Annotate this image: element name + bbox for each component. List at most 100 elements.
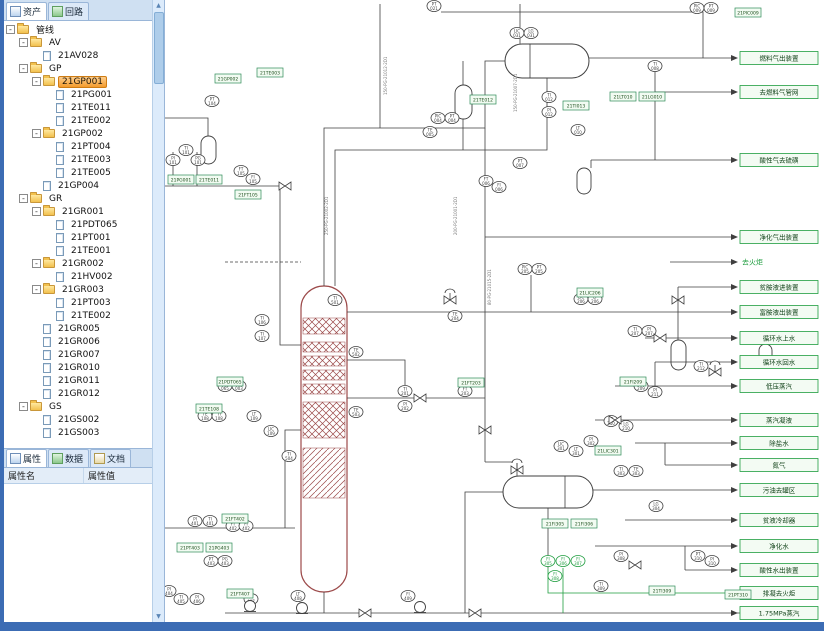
tree-item-label[interactable]: 21GS003 (54, 427, 103, 439)
tree-item-label[interactable]: GR (45, 193, 66, 205)
tree-item-21PDT065[interactable]: 21PDT065 (4, 218, 164, 231)
tree-expander-icon[interactable]: - (6, 25, 15, 34)
tree-item-21GR012[interactable]: 21GR012 (4, 387, 164, 400)
tree-item-label[interactable]: 21PT004 (67, 141, 115, 153)
tree-item-21GR007[interactable]: 21GR007 (4, 348, 164, 361)
tree-scrollbar[interactable]: ▲ ▼ (152, 0, 164, 622)
tab-documents[interactable]: 文档 (90, 449, 131, 467)
tree-item-21PG001[interactable]: 21PG001 (4, 88, 164, 101)
tab-loops[interactable]: 回路 (48, 2, 89, 20)
tree-item-label[interactable]: 21HV002 (67, 271, 117, 283)
tree-item-GP[interactable]: - GP (4, 62, 164, 75)
tree-item-label[interactable]: GS (45, 401, 66, 413)
tree-item-21TE005[interactable]: 21TE005 (4, 166, 164, 179)
tree-item-21GP004[interactable]: 21GP004 (4, 179, 164, 192)
tree-item-21PT004[interactable]: 21PT004 (4, 140, 164, 153)
tree-item-21AV028[interactable]: 21AV028 (4, 49, 164, 62)
tree-expander-icon[interactable]: - (32, 207, 41, 216)
scroll-down-icon[interactable]: ▼ (153, 611, 164, 622)
pump-icon[interactable] (297, 603, 308, 614)
tree-item-label[interactable]: 21GR005 (54, 323, 104, 335)
tree-item-label[interactable]: 管线 (32, 22, 58, 37)
valve-icon[interactable] (279, 182, 291, 190)
valve-icon[interactable] (414, 394, 426, 402)
tab-data[interactable]: 数据 (48, 449, 89, 467)
tree-item-label[interactable]: 21GS002 (54, 414, 103, 426)
tree-item-21TE002[interactable]: 21TE002 (4, 114, 164, 127)
pump-icon[interactable] (415, 602, 426, 613)
vertical-vessel[interactable] (577, 168, 591, 194)
tree-item-21GR011[interactable]: 21GR011 (4, 374, 164, 387)
tree-item-label[interactable]: 21GR010 (54, 362, 104, 374)
tree-item-label[interactable]: 21GR011 (54, 375, 104, 387)
tree-item-label[interactable]: 21GR006 (54, 336, 104, 348)
tree-item-label[interactable]: GP (45, 63, 65, 75)
vertical-vessel[interactable] (455, 85, 472, 119)
tree-expander-icon[interactable]: - (32, 285, 41, 294)
tree-item-21PT001[interactable]: 21PT001 (4, 231, 164, 244)
tree-item-label[interactable]: 21GR003 (58, 284, 108, 296)
tree-item-21GS002[interactable]: 21GS002 (4, 413, 164, 426)
vertical-vessel[interactable] (671, 340, 686, 370)
tree-expander-icon[interactable]: - (19, 402, 28, 411)
tree-item-label[interactable]: 21PT001 (67, 232, 115, 244)
tree-item-label[interactable]: 21AV028 (54, 50, 102, 62)
tree-item-label[interactable]: 21TE005 (67, 167, 115, 179)
horizontal-drum[interactable] (505, 44, 589, 78)
tree-item-21TE002[interactable]: 21TE002 (4, 309, 164, 322)
tree-item-21GR003[interactable]: - 21GR003 (4, 283, 164, 296)
tree-item-label[interactable]: 21TE003 (67, 154, 115, 166)
tree-item-21TE011[interactable]: 21TE011 (4, 101, 164, 114)
tree-item-label[interactable]: 21TE002 (67, 115, 115, 127)
scrollbar-thumb[interactable] (154, 12, 164, 84)
tab-assets[interactable]: 资产 (6, 2, 47, 20)
tree-item-label[interactable]: 21GP002 (58, 128, 107, 140)
tree-item-label[interactable]: 21PT003 (67, 297, 115, 309)
tree-item-21GR010[interactable]: 21GR010 (4, 361, 164, 374)
stream-label: 贫胺液进装置 (760, 283, 800, 292)
tree-item-label[interactable]: AV (45, 37, 65, 49)
tree-expander-icon[interactable]: - (32, 259, 41, 268)
tree-item-21TE003[interactable]: 21TE003 (4, 153, 164, 166)
tree-expander-icon[interactable]: - (19, 38, 28, 47)
tree-item-21GP002[interactable]: - 21GP002 (4, 127, 164, 140)
tree-expander-icon[interactable]: - (32, 77, 41, 86)
tree-item-21TE001[interactable]: 21TE001 (4, 244, 164, 257)
tab-properties[interactable]: 属性 (6, 449, 47, 467)
scroll-up-icon[interactable]: ▲ (153, 0, 164, 11)
instrument-number: 010 (574, 130, 582, 135)
tree-item-label[interactable]: 21PG001 (67, 89, 116, 101)
tree-item-21PT003[interactable]: 21PT003 (4, 296, 164, 309)
tree-item-label[interactable]: 21GR012 (54, 388, 104, 400)
tree-item-label[interactable]: 21GP001 (58, 76, 107, 88)
valve-icon[interactable] (359, 609, 371, 617)
tree-item-GS[interactable]: - GS (4, 400, 164, 413)
tree-item-label[interactable]: 21TE011 (67, 102, 115, 114)
tree-item-21GS003[interactable]: 21GS003 (4, 426, 164, 439)
tree-item-21GR005[interactable]: 21GR005 (4, 322, 164, 335)
tree-item-label[interactable]: 21TE002 (67, 310, 115, 322)
tree-item-管线[interactable]: - 管线 (4, 23, 164, 36)
tree-item-21GR006[interactable]: 21GR006 (4, 335, 164, 348)
tree-item-21HV002[interactable]: 21HV002 (4, 270, 164, 283)
tree-item-21GP001[interactable]: - 21GP001 (4, 75, 164, 88)
tree-expander-icon[interactable]: - (32, 129, 41, 138)
tree-item-AV[interactable]: - AV (4, 36, 164, 49)
tree-item-GR[interactable]: - GR (4, 192, 164, 205)
tree-expander-icon[interactable]: - (19, 194, 28, 203)
tree-item-label[interactable]: 21TE001 (67, 245, 115, 257)
tree-item-label[interactable]: 21GR007 (54, 349, 104, 361)
tree-item-label[interactable]: 21GP004 (54, 180, 103, 192)
pid-diagram[interactable]: 燃料气出装置去燃料气管网酸性气去硫磺净化气出装置去火炬贫胺液进装置富胺液出装置循… (165, 0, 824, 622)
tree-item-21GR002[interactable]: - 21GR002 (4, 257, 164, 270)
tree-item-21GR001[interactable]: - 21GR001 (4, 205, 164, 218)
pump-icon[interactable] (245, 601, 256, 612)
tree-item-label[interactable]: 21GR001 (58, 206, 108, 218)
valve-icon[interactable] (469, 609, 481, 617)
valve-icon[interactable] (629, 561, 641, 569)
tree-item-label[interactable]: 21PDT065 (67, 219, 122, 231)
horizontal-drum[interactable] (503, 476, 593, 508)
valve-icon[interactable] (654, 334, 666, 342)
tree-item-label[interactable]: 21GR002 (58, 258, 108, 270)
tree-expander-icon[interactable]: - (19, 64, 28, 73)
